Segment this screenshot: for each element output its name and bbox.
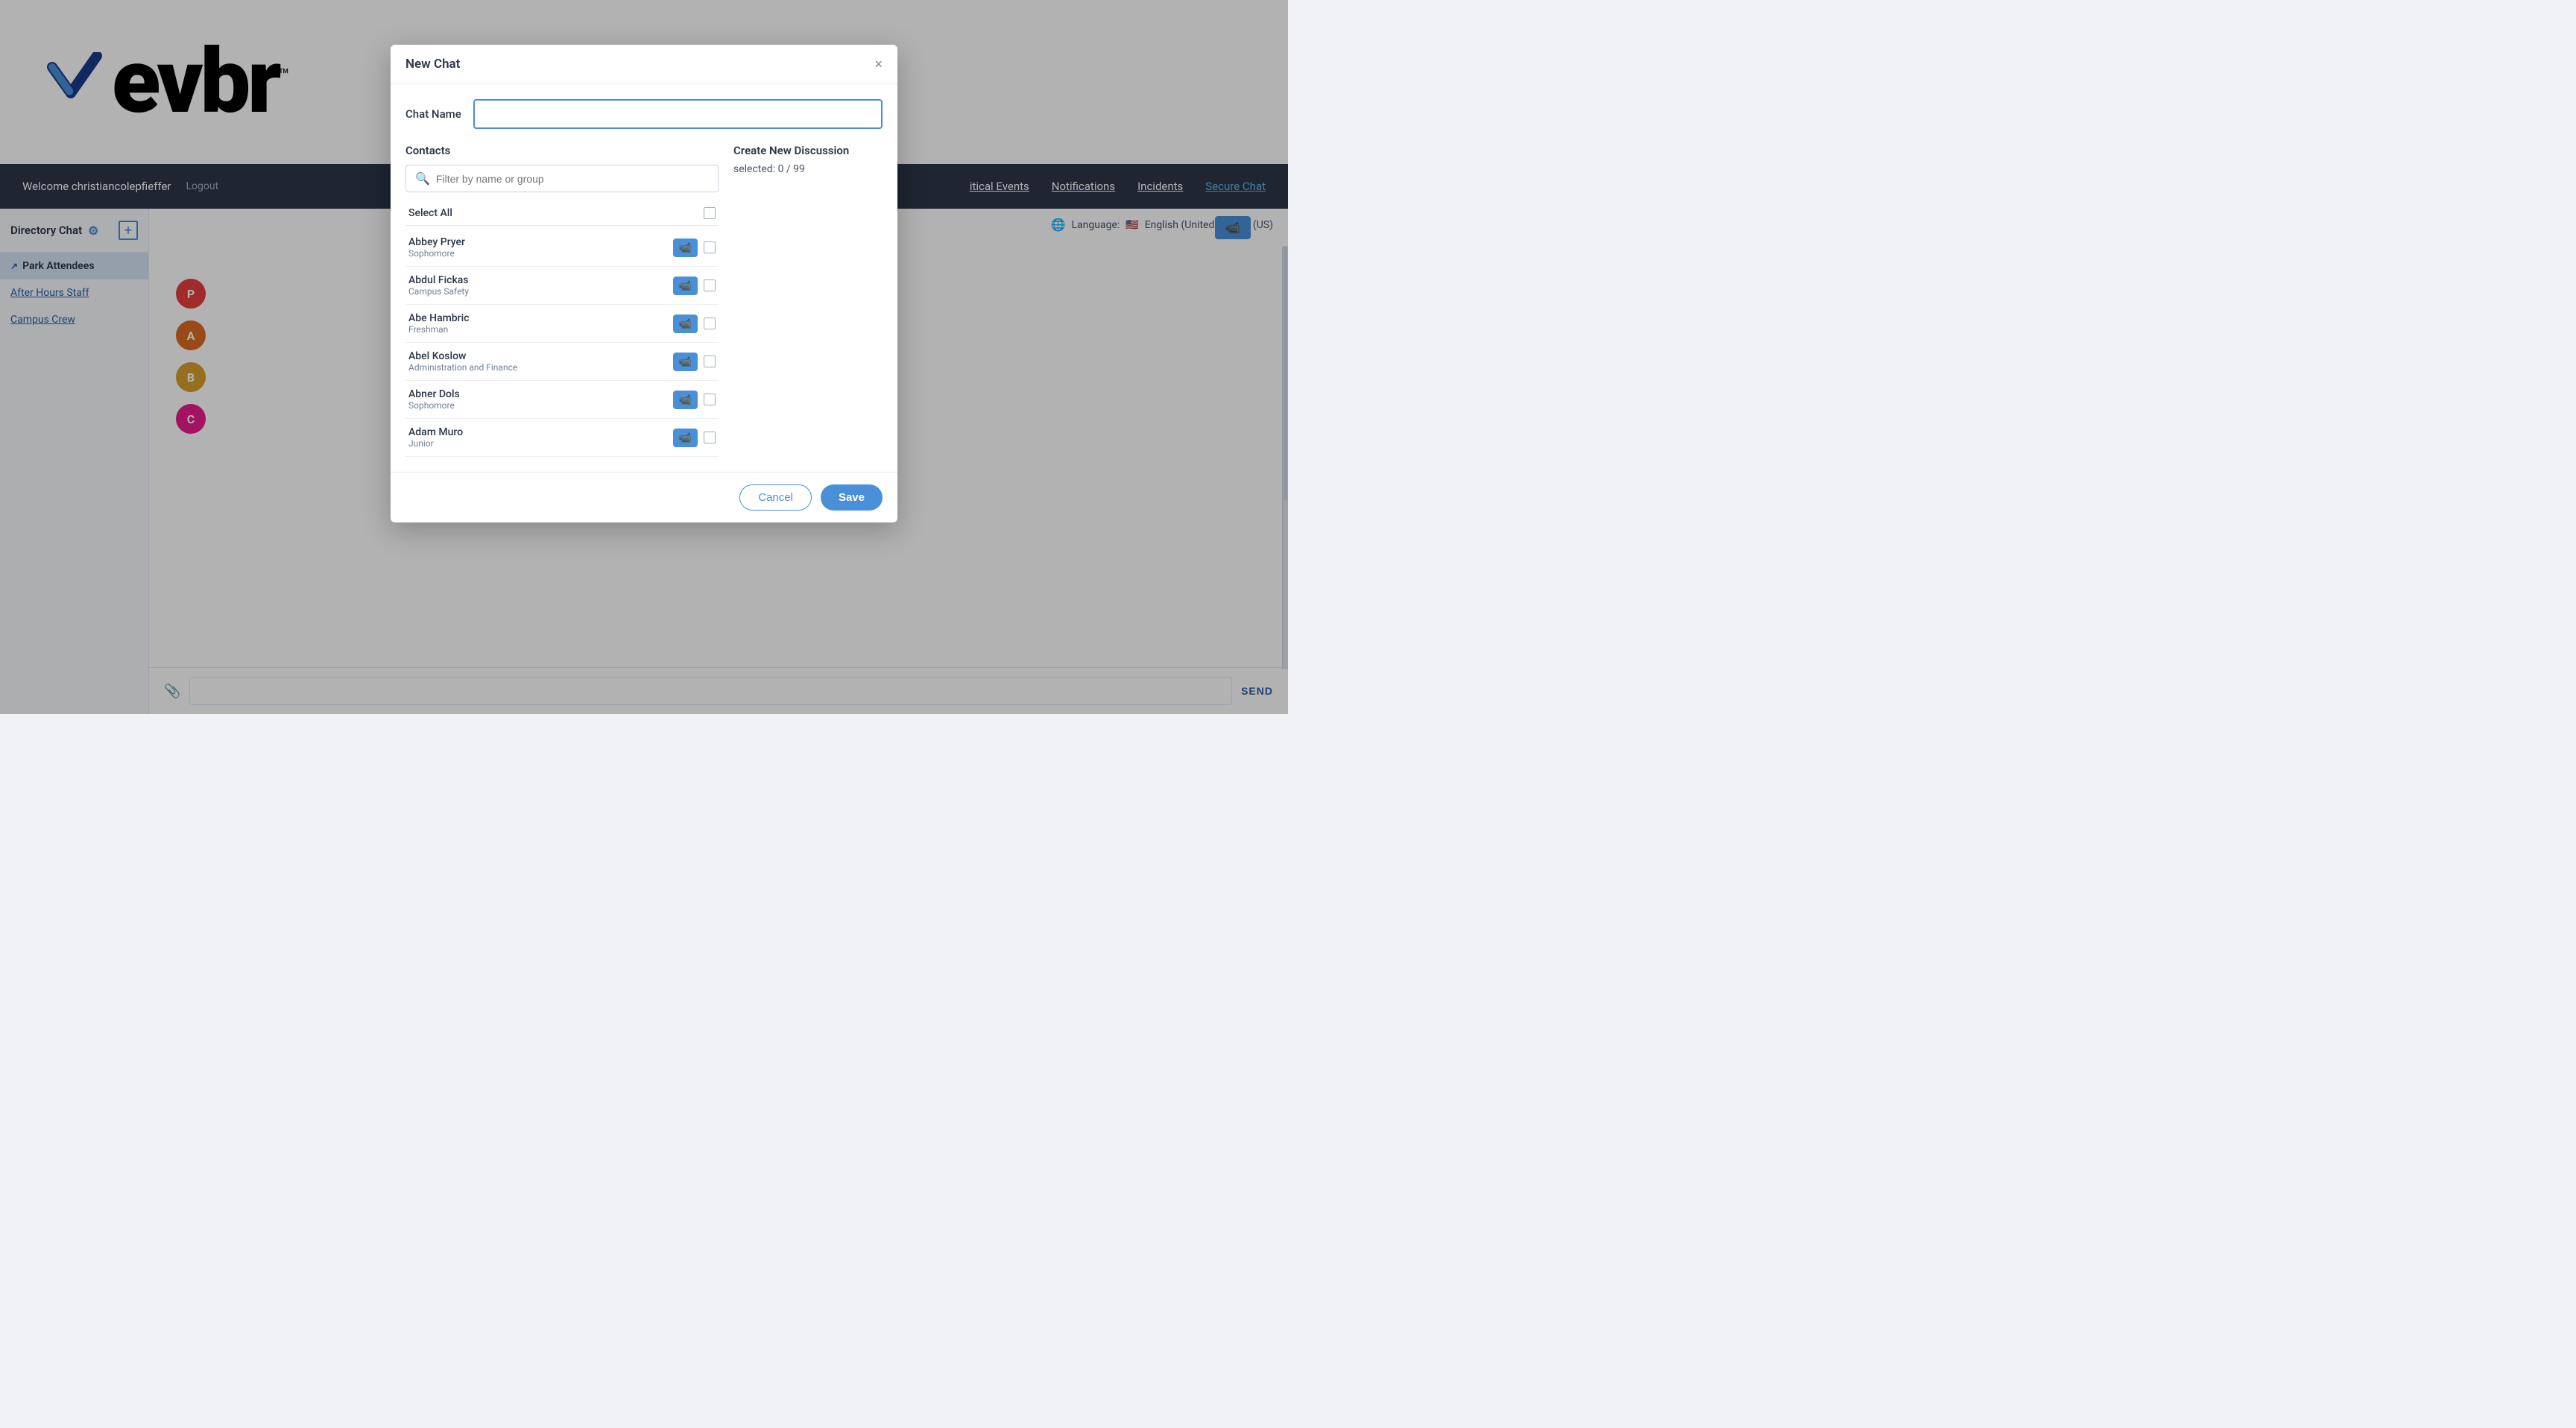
modal-header: New Chat × xyxy=(391,45,897,84)
contact-group-0: Sophomore xyxy=(408,248,673,259)
select-all-checkbox[interactable] xyxy=(704,207,716,219)
new-chat-modal: New Chat × Chat Name Contacts 🔍 xyxy=(391,45,897,522)
contact-info-1: Abdul Fickas Campus Safety xyxy=(408,274,673,297)
contact-checkbox-5[interactable] xyxy=(704,432,716,443)
video-call-contact-1[interactable]: 📹 xyxy=(673,277,698,295)
contact-group-4: Sophomore xyxy=(408,400,673,411)
modal-columns: Contacts 🔍 Select All xyxy=(405,144,883,457)
contact-group-5: Junior xyxy=(408,438,673,449)
selected-count: selected: 0 / 99 xyxy=(733,163,883,175)
contact-actions-4: 📹 xyxy=(673,391,716,409)
contact-group-3: Administration and Finance xyxy=(408,362,673,373)
contact-group-2: Freshman xyxy=(408,324,673,335)
select-all-row: Select All xyxy=(405,201,719,226)
contact-actions-5: 📹 xyxy=(673,429,716,447)
video-call-contact-5[interactable]: 📹 xyxy=(673,429,698,447)
contact-group-1: Campus Safety xyxy=(408,286,673,297)
contact-checkbox-2[interactable] xyxy=(704,317,716,329)
chat-name-input[interactable] xyxy=(473,99,883,129)
contact-info-0: Abbey Pryer Sophomore xyxy=(408,236,673,259)
contacts-list: Abbey Pryer Sophomore 📹 Abdul Ficka xyxy=(405,229,719,457)
video-call-contact-0[interactable]: 📹 xyxy=(673,238,698,257)
modal-overlay: New Chat × Chat Name Contacts 🔍 xyxy=(0,0,1288,714)
video-call-contact-4[interactable]: 📹 xyxy=(673,391,698,409)
contact-checkbox-0[interactable] xyxy=(704,241,716,253)
video-call-contact-3[interactable]: 📹 xyxy=(673,353,698,371)
contact-item-2: Abe Hambric Freshman 📹 xyxy=(405,305,719,343)
discussion-column: Create New Discussion selected: 0 / 99 xyxy=(733,144,883,457)
contact-name-3: Abel Koslow xyxy=(408,350,673,362)
video-call-contact-2[interactable]: 📹 xyxy=(673,315,698,333)
modal-close-button[interactable]: × xyxy=(874,57,883,71)
contact-info-4: Abner Dols Sophomore xyxy=(408,388,673,411)
select-all-label: Select All xyxy=(408,207,452,219)
search-icon: 🔍 xyxy=(415,171,430,186)
contact-actions-0: 📹 xyxy=(673,238,716,257)
contact-name-5: Adam Muro xyxy=(408,426,673,438)
contact-item-1: Abdul Fickas Campus Safety 📹 xyxy=(405,267,719,305)
contact-name-4: Abner Dols xyxy=(408,388,673,400)
contact-checkbox-3[interactable] xyxy=(704,356,716,367)
contact-actions-2: 📹 xyxy=(673,315,716,333)
contact-info-5: Adam Muro Junior xyxy=(408,426,673,449)
chat-name-row: Chat Name xyxy=(405,99,883,129)
contact-checkbox-1[interactable] xyxy=(704,279,716,291)
contacts-search-input[interactable] xyxy=(436,173,709,185)
contacts-column: Contacts 🔍 Select All xyxy=(405,144,719,457)
contact-info-2: Abe Hambric Freshman xyxy=(408,312,673,335)
modal-footer: Cancel Save xyxy=(391,472,897,522)
contact-checkbox-4[interactable] xyxy=(704,394,716,405)
contact-item-3: Abel Koslow Administration and Finance 📹 xyxy=(405,343,719,381)
contacts-search-box[interactable]: 🔍 xyxy=(405,165,719,192)
contact-item-0: Abbey Pryer Sophomore 📹 xyxy=(405,229,719,267)
contact-item-5: Adam Muro Junior 📹 xyxy=(405,419,719,457)
contact-item-4: Abner Dols Sophomore 📹 xyxy=(405,381,719,419)
contact-name-1: Abdul Fickas xyxy=(408,274,673,286)
cancel-button[interactable]: Cancel xyxy=(739,484,812,511)
modal-body: Chat Name Contacts 🔍 Select All xyxy=(391,84,897,472)
modal-title: New Chat xyxy=(405,57,460,72)
contacts-heading: Contacts xyxy=(405,144,719,157)
chat-name-label: Chat Name xyxy=(405,107,461,121)
contact-info-3: Abel Koslow Administration and Finance xyxy=(408,350,673,373)
discussion-title: Create New Discussion xyxy=(733,144,883,157)
contact-name-2: Abe Hambric xyxy=(408,312,673,324)
contact-actions-1: 📹 xyxy=(673,277,716,295)
contact-actions-3: 📹 xyxy=(673,353,716,371)
contact-name-0: Abbey Pryer xyxy=(408,236,673,248)
save-button[interactable]: Save xyxy=(821,484,883,511)
